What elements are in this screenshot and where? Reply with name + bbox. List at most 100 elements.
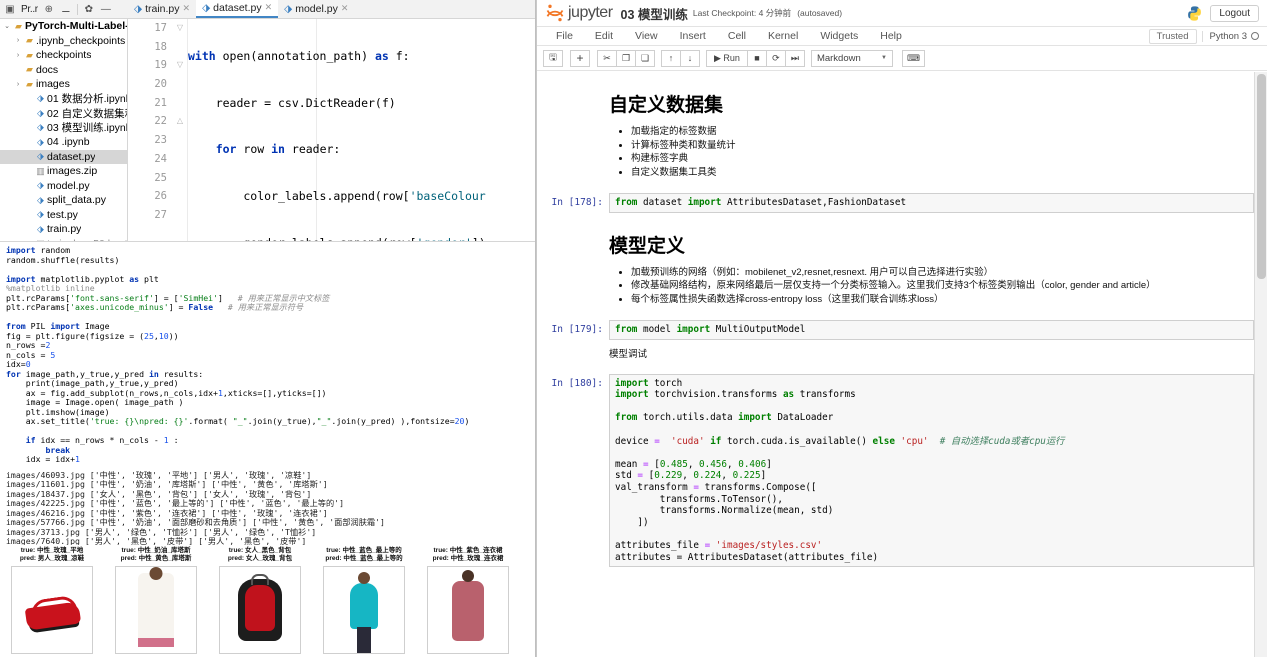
tab-train-py[interactable]: ⬗ train.py ✕ — [128, 0, 196, 18]
code-line: reader = csv.DictReader(f) — [188, 95, 396, 110]
tree-node[interactable]: › ▰ images — [0, 77, 127, 92]
tree-node[interactable]: › ▰ checkpoints — [0, 48, 127, 63]
interrupt-kernel-icon[interactable]: ■ — [746, 49, 767, 67]
fold-marker-icon[interactable]: ▽ — [172, 56, 188, 75]
thumbnail-item: true: 中性_蓝色_最上等的 pred: 中性_蓝色_最上等的 — [312, 545, 416, 657]
section-heading-dataset: 自定义数据集 — [609, 95, 724, 116]
kernel-indicator[interactable]: Python 3 — [1201, 30, 1259, 42]
tree-node[interactable]: ⬗ 04 .ipynb — [0, 135, 127, 150]
tree-node[interactable]: ⬗ model.py — [0, 179, 127, 194]
markdown-cell-model[interactable]: 模型定义 加载预训练的网络（例如：mobilenet_v2,resnet,res… — [549, 213, 1254, 313]
code-line: gender_labels.append(row['gender']) — [188, 234, 536, 241]
expand-arrow-icon[interactable]: ⌄ — [2, 22, 12, 30]
target-icon[interactable]: ⊕ — [43, 3, 55, 15]
code-cell-180[interactable]: In [180]: import torch import torchvisio… — [549, 373, 1254, 568]
tab-model-py[interactable]: ⬗ model.py ✕ — [278, 0, 354, 18]
restart-and-run-all-icon[interactable]: ⏭ — [784, 49, 805, 67]
menu-item-view[interactable]: View — [624, 30, 669, 42]
bullet-item: 每个标签属性损失函数选择cross-entropy loss（这里我们联合训练求… — [631, 293, 1254, 307]
close-icon[interactable]: ✕ — [265, 2, 273, 13]
close-icon[interactable]: ✕ — [341, 3, 349, 14]
collapse-icon[interactable]: ⚊ — [60, 3, 72, 15]
menu-item-file[interactable]: File — [545, 30, 584, 42]
menu-item-kernel[interactable]: Kernel — [757, 30, 809, 42]
tree-node-label: 03 模型训练.ipynb — [47, 122, 127, 135]
cut-icon[interactable]: ✂ — [597, 49, 617, 67]
python-file-icon: ⬗ — [37, 223, 44, 234]
run-button[interactable]: ▶ Run — [706, 49, 748, 67]
thumbnail-image — [219, 566, 301, 654]
close-icon[interactable]: ✕ — [183, 3, 191, 14]
expand-arrow-icon[interactable]: › — [13, 37, 23, 44]
folder-icon: ▰ — [26, 35, 33, 46]
jupyter-logo[interactable]: jupyter — [545, 3, 613, 23]
settings-gear-icon[interactable]: ✿ — [83, 3, 95, 15]
toolbar-group-move: ↑ ↓ — [661, 49, 700, 67]
tree-node[interactable]: ⬗ test.py — [0, 208, 127, 223]
restart-kernel-icon[interactable]: ⟳ — [765, 49, 786, 67]
tab-label: dataset.py — [213, 1, 262, 14]
menu-item-cell[interactable]: Cell — [717, 30, 757, 42]
fold-marker-icon[interactable]: △ — [172, 112, 188, 131]
menu-item-help[interactable]: Help — [869, 30, 913, 42]
command-palette-icon[interactable]: ⌨ — [901, 49, 925, 67]
cell-source[interactable]: from model import MultiOutputModel — [609, 320, 1254, 340]
project-panel-icon[interactable]: ▣ — [4, 3, 16, 15]
copy-icon[interactable]: ❐ — [616, 49, 636, 67]
thumbnail-pred-label: pred: 中性_玫瑰_连衣裙 — [432, 555, 504, 562]
thumbnail-image — [323, 566, 405, 654]
notebook-title[interactable]: 03 模型训练 — [621, 4, 688, 23]
cell-type-value: Markdown — [816, 52, 861, 64]
line-number: 25 — [154, 171, 167, 184]
tree-node[interactable]: ⬗ split_data.py — [0, 193, 127, 208]
toolbar-group-add: + — [570, 49, 590, 67]
markdown-cell-dataset[interactable]: 自定义数据集 加载指定的标签数据 计算标签种类和数量统计 构建标签字典 自定义数… — [549, 72, 1254, 185]
cell-type-select[interactable]: Markdown ▼ — [810, 49, 893, 67]
minimize-icon[interactable]: — — [100, 3, 112, 15]
tree-node-label: 01 数据分析.ipynb — [47, 93, 127, 106]
expand-arrow-icon[interactable]: › — [13, 81, 23, 88]
tree-node[interactable]: ▰ docs — [0, 63, 127, 78]
insert-cell-below-button[interactable]: + — [570, 49, 590, 67]
expand-arrow-icon[interactable]: › — [13, 52, 23, 59]
code-cell-178[interactable]: In [178]: from dataset import Attributes… — [549, 193, 1254, 213]
logout-button[interactable]: Logout — [1210, 4, 1259, 22]
move-cell-up-icon[interactable]: ↑ — [661, 49, 681, 67]
trusted-badge[interactable]: Trusted — [1148, 28, 1197, 44]
ide-window: ▣ Pr..r ⊕ ⚊ ✿ — ⌄ ▰ PyTorch-Multi-Label- ›… — [0, 0, 536, 657]
line-number: 17 — [154, 22, 167, 34]
tree-node[interactable]: › ▰ .ipynb_checkpoints — [0, 34, 127, 49]
menu-item-insert[interactable]: Insert — [669, 30, 717, 42]
jupyter-header: jupyter 03 模型训练 Last Checkpoint: 4 分钟前 (… — [537, 0, 1267, 26]
menu-item-widgets[interactable]: Widgets — [809, 30, 869, 42]
tree-node[interactable]: ⬗02 自定义数据集和模 — [0, 106, 127, 121]
tree-node-dataset-py[interactable]: ⬗ dataset.py — [0, 149, 127, 164]
tree-node[interactable]: ▥ images.zip — [0, 164, 127, 179]
project-tree[interactable]: ⌄ ▰ PyTorch-Multi-Label- › ▰ .ipynb_checkpoi… — [0, 19, 128, 241]
editor-code[interactable]: with open(annotation_path) as f: reader … — [188, 19, 536, 241]
tree-node[interactable]: ⬗ 01 数据分析.ipynb — [0, 92, 127, 107]
paste-icon[interactable]: ❏ — [635, 49, 655, 67]
scrollbar-thumb[interactable] — [1257, 74, 1266, 279]
save-icon[interactable]: 🖫 — [543, 49, 563, 67]
code-fold-column[interactable]: ▽ ▽ △ — [172, 19, 188, 241]
menu-item-edit[interactable]: Edit — [584, 30, 624, 42]
tree-node[interactable]: ⌄ ▰ PyTorch-Multi-Label- — [0, 19, 127, 34]
move-cell-down-icon[interactable]: ↓ — [680, 49, 700, 67]
code-cell-179[interactable]: In [179]: from model import MultiOutputM… — [549, 320, 1254, 340]
markdown-cell-debug[interactable]: 模型调试 — [549, 340, 1254, 366]
tree-node-label: dataset.py — [47, 150, 96, 163]
fold-marker-icon[interactable]: ▽ — [172, 19, 188, 38]
thumbnail-item: true: 女人_黑色_背包 pred: 女人_玫瑰_背包 — [208, 545, 312, 657]
python-console-output[interactable]: import random random.shuffle(results) im… — [0, 241, 536, 545]
tree-node[interactable]: ⬗ train.py — [0, 222, 127, 237]
notebook-body[interactable]: 自定义数据集 加载指定的标签数据 计算标签种类和数量统计 构建标签字典 自定义数… — [537, 72, 1254, 657]
cell-source[interactable]: import torch import torchvision.transfor… — [609, 373, 1254, 568]
code-editor[interactable]: 17 18 19 20 21 22 23 24 25 26 27 ▽ ▽ △ w… — [128, 19, 536, 241]
notebook-scrollbar[interactable] — [1254, 72, 1267, 657]
tree-node[interactable]: ⬗ 03 模型训练.ipynb — [0, 121, 127, 136]
tab-dataset-py[interactable]: ⬗ dataset.py ✕ — [196, 0, 279, 18]
cell-source[interactable]: from dataset import AttributesDataset,Fa… — [609, 193, 1254, 213]
